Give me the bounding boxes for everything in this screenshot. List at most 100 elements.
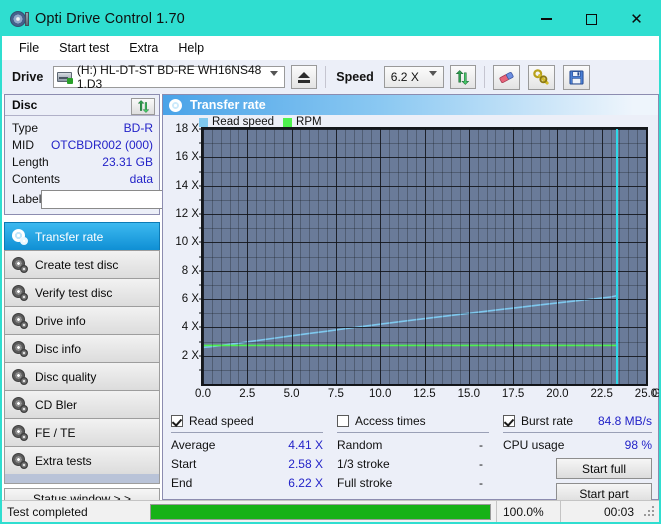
x-axis-label: 0.0 (195, 388, 211, 400)
chart-area: 18 X 16 X 14 X 12 X 10 X 8 X 6 X 4 X 2 X 0.0 2.5 5.… (163, 115, 659, 415)
disc-icon (169, 98, 182, 112)
menu-item-file[interactable]: File (10, 38, 48, 58)
x-axis-label: 7.5 (327, 388, 344, 400)
access-times-checkbox[interactable] (337, 415, 349, 427)
sidebar-item-disc-info[interactable]: Disc info (4, 334, 160, 362)
maximize-button[interactable] (569, 2, 614, 36)
stat-row-cpu-usage: CPU usage 98 % (503, 435, 652, 454)
x-axis-unit: GB (652, 388, 661, 400)
sidebar-item-extra-tests[interactable]: Extra tests (4, 446, 160, 474)
sidebar-item-create-test-disc[interactable]: Create test disc (4, 250, 160, 278)
grid-line-horizontal (203, 355, 646, 357)
stat-row-average: Average 4.41 X (171, 435, 323, 454)
disc-icon (11, 284, 28, 301)
grid-line-horizontal (203, 341, 646, 343)
x-axis-label: 10.0 (368, 388, 392, 400)
start-value: 2.58 X (288, 456, 323, 471)
disc-panel-title: Disc (12, 98, 38, 112)
eject-icon (298, 71, 311, 78)
close-button[interactable]: ✕ (614, 2, 659, 36)
read-speed-checkbox[interactable] (171, 415, 183, 427)
access-times-label: Access times (355, 414, 426, 428)
y-axis-label: 12 X (175, 208, 199, 220)
y-axis-label: 2 X (181, 349, 199, 362)
refresh-button[interactable] (449, 65, 476, 89)
x-axis-label: 2.5 (239, 388, 256, 400)
stat-row-end: End 6.22 X (171, 473, 323, 492)
chevron-down-icon (428, 71, 437, 76)
eject-button[interactable] (291, 65, 318, 89)
stat-row-full-stroke: Full stroke - (337, 473, 489, 492)
grid-line-horizontal (203, 185, 646, 187)
x-axis-label: 5.0 (283, 388, 300, 400)
x-axis-label: 15.0 (457, 388, 480, 400)
refresh-arrows-icon (456, 69, 470, 85)
nav-spacer (4, 474, 160, 484)
sidebar-item-cd-bler[interactable]: CD Bler (4, 390, 160, 418)
chart-cursor-line[interactable] (616, 129, 619, 384)
y-axis-label: 14 X (175, 179, 199, 192)
disc-label-row: Label (12, 188, 245, 210)
application-window: Opti Drive Control 1.70 ✕ File Start tes… (0, 0, 661, 524)
start-label: Start (171, 456, 197, 471)
grid-line-horizontal (203, 157, 646, 159)
elapsed-time: 00:03 (560, 500, 644, 522)
close-icon: ✕ (630, 10, 643, 28)
tools-button[interactable] (527, 64, 555, 90)
read-speed-label: Read speed (189, 414, 254, 428)
grid-line-horizontal (203, 369, 646, 371)
grid-line-horizontal (203, 228, 646, 230)
end-value: 6.22 X (288, 475, 323, 490)
burst-rate-label: Burst rate (521, 414, 574, 428)
disc-mid-label: MID (12, 137, 34, 152)
save-button[interactable] (562, 64, 590, 90)
sidebar-item-label: CD Bler (35, 397, 78, 412)
menu-item-start-test[interactable]: Start test (50, 38, 118, 58)
sidebar-item-fe-te[interactable]: FE / TE (4, 418, 160, 446)
x-axis-label: 12.5 (413, 388, 436, 400)
disc-icon (11, 368, 28, 385)
refresh-arrows-icon (137, 100, 149, 113)
divider (503, 432, 652, 433)
disc-mid-value: OTCBDR002 (000) (50, 137, 153, 152)
random-label: Random (337, 437, 383, 452)
sidebar-item-transfer-rate[interactable]: Transfer rate (4, 222, 160, 250)
menu-item-extra[interactable]: Extra (120, 38, 167, 58)
y-axis-label: 4 X (181, 321, 199, 334)
erase-button[interactable] (492, 64, 520, 90)
y-axis-tick (199, 185, 203, 187)
disc-length-value: 23.31 GB (102, 154, 153, 169)
grid-line-horizontal (203, 270, 646, 272)
third-stroke-label: 1/3 stroke (337, 456, 390, 471)
burst-rate-header: Burst rate 84.8 MB/s (503, 413, 652, 429)
y-axis-tick (199, 156, 203, 158)
burst-rate-value: 84.8 MB/s (597, 414, 652, 428)
stat-row-random: Random - (337, 435, 489, 454)
start-full-button[interactable]: Start full (556, 458, 652, 479)
grid-line-horizontal (203, 242, 646, 244)
minimize-button[interactable] (524, 2, 569, 36)
drive-select[interactable]: (H:) HL-DT-ST BD-RE WH16NS48 1.D3 (53, 63, 286, 91)
disc-refresh-button[interactable] (131, 98, 155, 115)
y-axis-tick (199, 256, 203, 257)
wrench-icon (533, 69, 549, 85)
panel-header: Transfer rate (163, 95, 658, 115)
burst-rate-checkbox[interactable] (503, 415, 515, 427)
y-axis-label: 8 X (181, 264, 199, 277)
disc-icon (11, 452, 28, 469)
speed-select[interactable]: 6.2 X (383, 66, 444, 88)
resize-grip-icon[interactable] (644, 505, 656, 518)
disc-type-value: BD-R (123, 120, 153, 135)
sidebar-item-verify-test-disc[interactable]: Verify test disc (4, 278, 160, 306)
transfer-rate-plot[interactable]: 18 X 16 X 14 X 12 X 10 X 8 X 6 X 4 X 2 X 0.0 2.5 5.… (175, 123, 659, 400)
sidebar-item-drive-info[interactable]: Drive info (4, 306, 160, 334)
sidebar-item-label: FE / TE (35, 425, 76, 440)
disc-row-length: Length 23.31 GB (12, 153, 153, 170)
grid-line-horizontal (203, 384, 646, 385)
sidebar-item-disc-quality[interactable]: Disc quality (4, 362, 160, 390)
random-value: - (479, 437, 483, 452)
menu-item-help[interactable]: Help (169, 38, 213, 58)
y-axis-tick (199, 171, 203, 172)
y-axis-tick (199, 241, 203, 243)
x-axis-label: 20.0 (546, 388, 569, 400)
